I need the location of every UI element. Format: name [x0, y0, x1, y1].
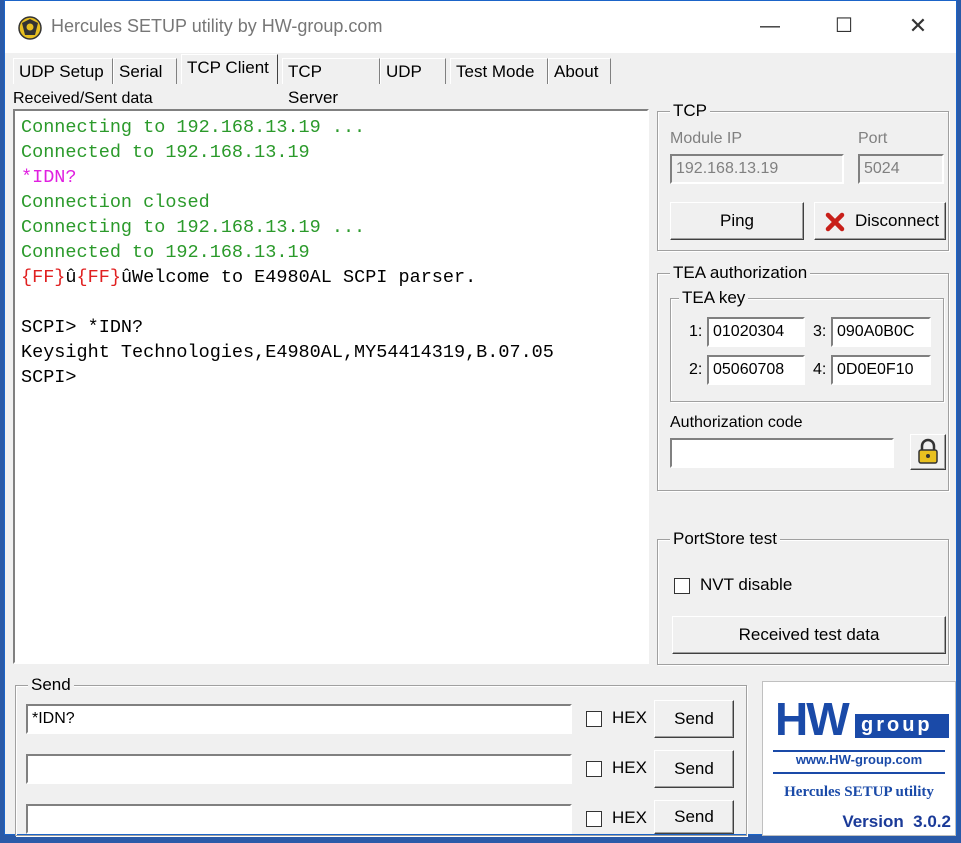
- module-ip-label: Module IP: [670, 130, 743, 147]
- port-label: Port: [858, 130, 888, 147]
- send-button-3[interactable]: Send: [654, 800, 734, 834]
- log-line: Connecting to 192.168.13.19 ...: [21, 115, 641, 140]
- hex-checkbox-1[interactable]: [586, 711, 602, 727]
- window-title: Hercules SETUP utility by HW-group.com: [51, 16, 383, 36]
- logo-version: Version 3.0.2: [842, 812, 951, 831]
- log-line: Connection closed: [21, 190, 641, 215]
- tab-tcp-client[interactable]: TCP Client: [181, 54, 278, 84]
- module-ip-input[interactable]: [670, 154, 844, 184]
- portstore-test-group: PortStore test NVT disable Received test…: [657, 529, 949, 665]
- tea-key-4-label: 4:: [813, 361, 827, 378]
- hercules-app-icon: [18, 16, 42, 40]
- tea-key-3-label: 3:: [813, 323, 827, 340]
- logo-product-name: Hercules SETUP utility: [784, 784, 934, 800]
- hex-checkbox-3[interactable]: [586, 811, 602, 827]
- tea-authorization-group: TEA authorization TEA key 1: 3: 2: 4: Au…: [657, 263, 949, 491]
- hex-label-2: HEX: [612, 758, 647, 777]
- received-test-data-button[interactable]: Received test data: [672, 616, 946, 654]
- tab-udp[interactable]: UDP: [380, 58, 446, 84]
- send-button-1[interactable]: Send: [654, 700, 734, 738]
- log-segment: Connection closed: [21, 192, 210, 213]
- send-group: Send HEX Send HEX Send HEX Send: [15, 675, 747, 836]
- hex-label-3: HEX: [612, 808, 647, 827]
- tea-key-4-input[interactable]: [831, 355, 931, 385]
- received-data-log[interactable]: Connecting to 192.168.13.19 ... Connected…: [13, 109, 649, 664]
- log-segment: SCPI>: [21, 367, 77, 388]
- tab-serial[interactable]: Serial: [113, 58, 177, 84]
- padlock-icon: [918, 438, 938, 464]
- tab-tcp-server[interactable]: TCP Server: [282, 58, 380, 107]
- tcp-group-title: TCP: [670, 101, 710, 121]
- close-button[interactable]: ✕: [903, 11, 933, 41]
- hex-label-1: HEX: [612, 708, 647, 727]
- tea-key-2-input[interactable]: [707, 355, 805, 385]
- group-bar: group: [855, 714, 949, 738]
- ping-button[interactable]: Ping: [670, 202, 804, 240]
- tab-test-mode[interactable]: Test Mode: [450, 58, 548, 84]
- port-input[interactable]: [858, 154, 944, 184]
- logo-url: www.HW-group.com: [795, 752, 923, 767]
- log-line: Connected to 192.168.13.19: [21, 140, 641, 165]
- portstore-test-title: PortStore test: [670, 529, 780, 549]
- disconnect-x-icon: [825, 212, 845, 232]
- authorization-code-input[interactable]: [670, 438, 894, 468]
- log-segment: Connected to 192.168.13.19: [21, 142, 310, 163]
- send-input-2[interactable]: [26, 754, 572, 784]
- tab-udp-setup[interactable]: UDP Setup: [13, 58, 113, 84]
- send-input-1[interactable]: [26, 704, 572, 734]
- hw-group-logo: HW group www.HW-group.com Hercules SETUP…: [762, 681, 956, 836]
- log-segment: ûWelcome to E4980AL SCPI parser.: [120, 267, 477, 288]
- nvt-disable-checkbox[interactable]: [674, 578, 690, 594]
- title-bar: Hercules SETUP utility by HW-group.com —…: [5, 1, 956, 53]
- tea-key-title: TEA key: [679, 288, 749, 308]
- log-segment: Connecting to 192.168.13.19 ...: [21, 217, 366, 238]
- tea-key-2-label: 2:: [689, 361, 703, 378]
- received-data-label: Received/Sent data: [13, 90, 153, 107]
- log-line: {FF}û{FF}ûWelcome to E4980AL SCPI parser…: [21, 265, 641, 290]
- disconnect-button[interactable]: Disconnect: [814, 202, 946, 240]
- log-line: SCPI> *IDN?: [21, 315, 641, 340]
- log-segment: Connected to 192.168.13.19: [21, 242, 310, 263]
- app-window: Hercules SETUP utility by HW-group.com —…: [4, 0, 957, 836]
- tab-about[interactable]: About: [548, 58, 611, 84]
- tea-key-3-input[interactable]: [831, 317, 931, 347]
- log-segment: SCPI> *IDN?: [21, 317, 144, 338]
- maximize-button[interactable]: ☐: [829, 11, 859, 41]
- tea-key-1-input[interactable]: [707, 317, 805, 347]
- hex-checkbox-2[interactable]: [586, 761, 602, 777]
- nvt-disable-label: NVT disable: [700, 575, 793, 594]
- hw-text: HW: [775, 693, 850, 745]
- log-line: SCPI>: [21, 365, 641, 390]
- log-segment: Keysight Technologies,E4980AL,MY54414319…: [21, 342, 554, 363]
- log-line: Connecting to 192.168.13.19 ...: [21, 215, 641, 240]
- send-group-title: Send: [28, 675, 74, 695]
- log-line: *IDN?: [21, 165, 641, 190]
- tea-key-1-label: 1:: [689, 323, 703, 340]
- send-button-2[interactable]: Send: [654, 750, 734, 788]
- log-segment: {FF}: [76, 267, 121, 288]
- authorization-code-label: Authorization code: [670, 414, 803, 431]
- log-segment: û: [65, 267, 77, 288]
- tea-key-group: TEA key 1: 3: 2: 4:: [670, 288, 944, 402]
- lock-button[interactable]: [910, 434, 946, 470]
- log-line: Connected to 192.168.13.19: [21, 240, 641, 265]
- send-input-3[interactable]: [26, 804, 572, 834]
- disconnect-label: Disconnect: [855, 211, 940, 230]
- hw-group-wordmark: HW group: [773, 693, 949, 745]
- log-segment: Connecting to 192.168.13.19 ...: [21, 117, 366, 138]
- tea-authorization-title: TEA authorization: [670, 263, 811, 283]
- logo-divider-bottom: [773, 772, 945, 774]
- log-line: Keysight Technologies,E4980AL,MY54414319…: [21, 340, 641, 365]
- log-segment: *IDN?: [21, 167, 77, 188]
- log-segment: {FF}: [21, 267, 66, 288]
- tcp-group: TCP Module IP Port Ping Disconnect: [657, 101, 949, 251]
- group-text: group: [861, 714, 933, 736]
- minimize-button[interactable]: —: [755, 11, 785, 41]
